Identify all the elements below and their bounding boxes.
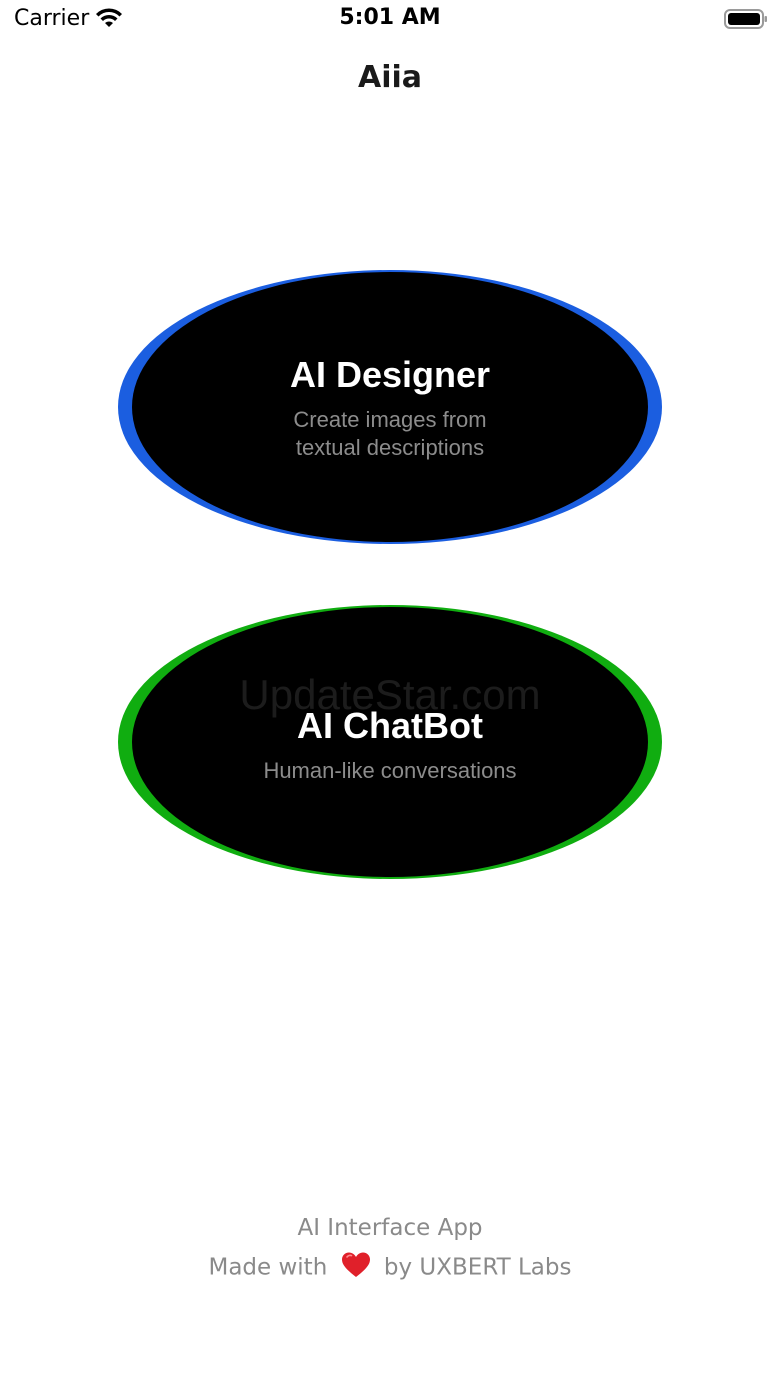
ai-chatbot-button[interactable]: UpdateStar.com AI ChatBot Human-like con… [118, 605, 662, 879]
ai-chatbot-subtitle: Human-like conversations [263, 758, 517, 783]
ai-designer-subtitle-line1: Create images from [293, 407, 487, 432]
page-title: Aiia [357, 60, 423, 95]
battery-icon [724, 9, 767, 29]
screen: Carrier 5:01 AM Aiia AI Designer Create … [0, 0, 780, 1387]
ai-designer-button[interactable]: AI Designer Create images from textual d… [118, 270, 662, 544]
heart-icon [341, 1252, 370, 1277]
ai-designer-subtitle-line2: textual descriptions [295, 435, 485, 460]
status-bar: Carrier 5:01 AM [0, 0, 780, 40]
ai-designer-title: AI Designer [289, 354, 491, 395]
ai-chatbot-title: AI ChatBot [297, 705, 483, 746]
clock: 5:01 AM [339, 5, 441, 30]
ai-designer-subtitle: Create images from textual descriptions [118, 406, 662, 462]
footer-app-name: AI Interface App [297, 1215, 483, 1241]
footer-credit: Made with by UXBERT Labs [0, 1252, 780, 1282]
footer-by: by UXBERT Labs [383, 1254, 572, 1281]
footer-made-with: Made with [208, 1254, 328, 1281]
